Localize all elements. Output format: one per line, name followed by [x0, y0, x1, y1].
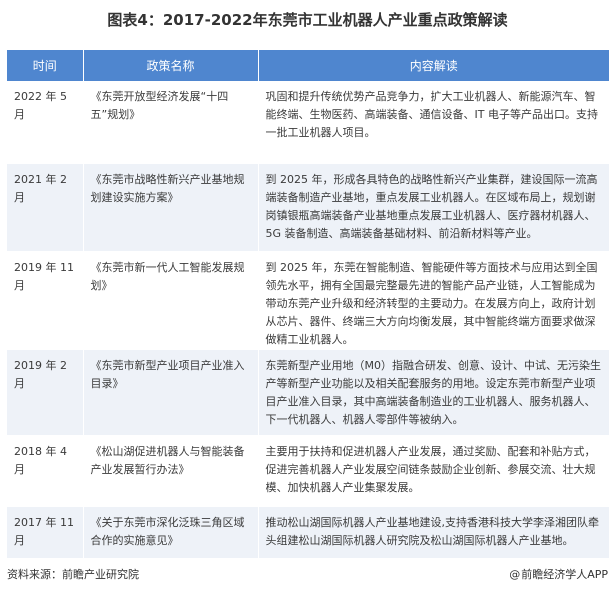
row-time: 2022 年 5 月: [7, 81, 84, 164]
at-sign-icon: @: [509, 568, 521, 581]
row-time: 2017 年 11 月: [7, 506, 84, 559]
policy-table: 时间 政策名称 内容解读 2022 年 5 月 《东莞开放型经济发展“十四五”规…: [7, 50, 609, 559]
row-content: 到 2025 年，形成各具特色的战略性新兴产业集群，建设国际一流高端装备制造产业…: [258, 163, 609, 252]
table-row: 2019 年 2 月 《东莞市新型产业项目产业准入目录》 东莞新型产业用地（M0…: [7, 349, 609, 436]
row-policy-name: 《关于东莞市深化泛珠三角区域合作的实施意见》: [83, 506, 259, 559]
header-content: 内容解读: [258, 50, 609, 81]
table-row: 2022 年 5 月 《东莞开放型经济发展“十四五”规划》 巩固和提升传统优势产…: [7, 81, 609, 164]
source-note: 资料来源：前瞻产业研究院: [7, 568, 139, 581]
table-header-row: 时间 政策名称 内容解读: [7, 50, 609, 81]
row-time: 2019 年 11 月: [7, 251, 84, 350]
row-content: 巩固和提升传统优势产品竞争力，扩大工业机器人、新能源汽车、智能终端、生物医药、高…: [258, 81, 609, 164]
credit-note: @前瞻经济学人APP: [509, 566, 608, 582]
row-content: 东莞新型产业用地（M0）指融合研发、创意、设计、中试、无污染生产等新型产业功能以…: [258, 349, 609, 436]
table-row: 2018 年 4 月 《松山湖促进机器人与智能装备产业发展暂行办法》 主要用于扶…: [7, 435, 609, 507]
row-policy-name: 《松山湖促进机器人与智能装备产业发展暂行办法》: [83, 435, 259, 507]
table-row: 2017 年 11 月 《关于东莞市深化泛珠三角区域合作的实施意见》 推动松山湖…: [7, 506, 609, 559]
row-content: 推动松山湖国际机器人产业基地建设,支持香港科技大学李泽湘团队牵头组建松山湖国际机…: [258, 506, 609, 559]
table-row: 2019 年 11 月 《东莞市新一代人工智能发展规划》 到 2025 年，东莞…: [7, 251, 609, 350]
row-time: 2019 年 2 月: [7, 349, 84, 436]
row-policy-name: 《东莞市战略性新兴产业基地规划建设实施方案》: [83, 163, 259, 252]
row-time: 2021 年 2 月: [7, 163, 84, 252]
row-policy-name: 《东莞开放型经济发展“十四五”规划》: [83, 81, 259, 164]
credit-label: 前瞻经济学人APP: [521, 568, 608, 581]
chart-title: 图表4：2017-2022年东莞市工业机器人产业重点政策解读: [107, 11, 508, 29]
row-content: 主要用于扶持和促进机器人产业发展，通过奖励、配套和补贴方式，促进完善机器人产业发…: [258, 435, 609, 507]
row-policy-name: 《东莞市新型产业项目产业准入目录》: [83, 349, 259, 436]
header-time: 时间: [7, 50, 84, 81]
table-row: 2021 年 2 月 《东莞市战略性新兴产业基地规划建设实施方案》 到 2025…: [7, 163, 609, 252]
row-time: 2018 年 4 月: [7, 435, 84, 507]
row-policy-name: 《东莞市新一代人工智能发展规划》: [83, 251, 259, 350]
row-content: 到 2025 年，东莞在智能制造、智能硬件等方面技术与应用达到全国领先水平，拥有…: [258, 251, 609, 350]
header-policy-name: 政策名称: [83, 50, 259, 81]
